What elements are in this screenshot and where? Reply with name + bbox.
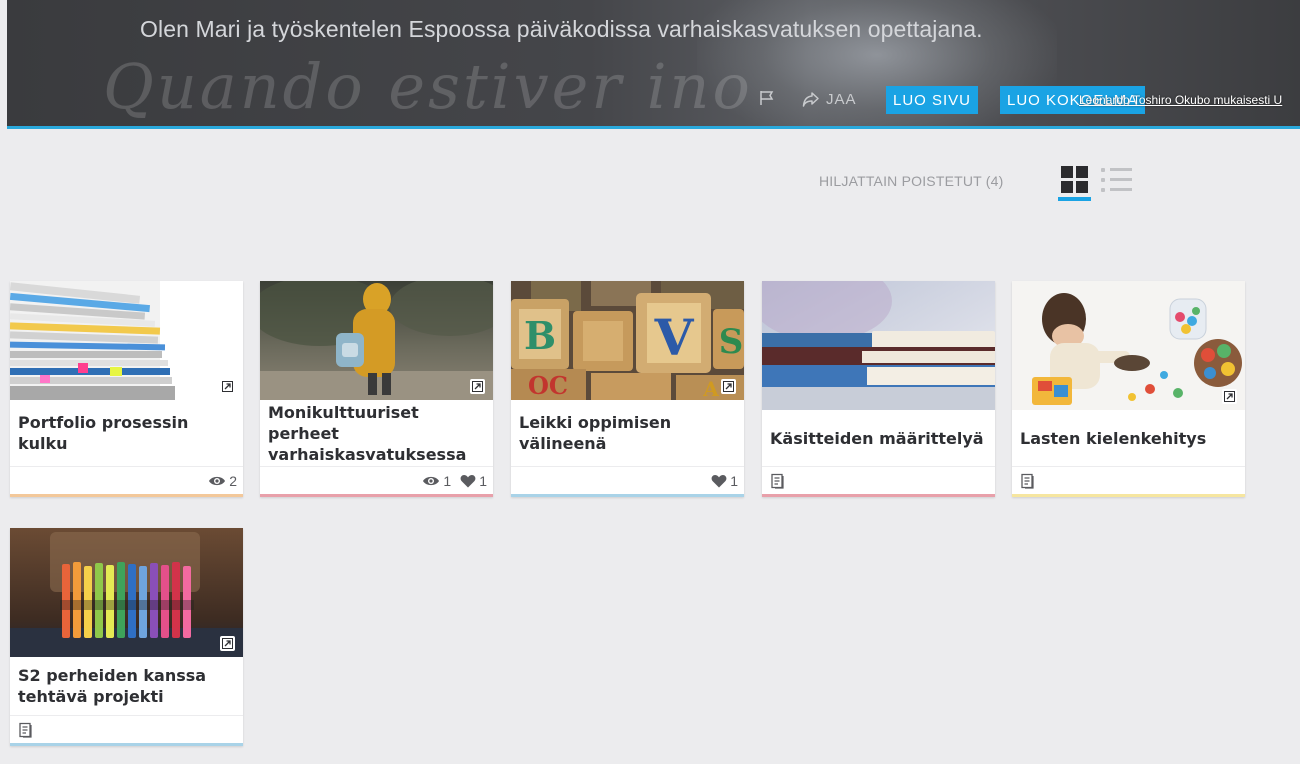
page-card-s2-family-project[interactable]: S2 perheiden kanssa tehtävä projekti	[10, 528, 243, 746]
page-card-multicultural-families[interactable]: Monikulttuuriset perheet varhaiskasvatuk…	[260, 281, 493, 497]
page-icon	[770, 473, 786, 489]
card-title: S2 perheiden kanssa tehtävä projekti	[18, 666, 207, 706]
share-button[interactable]: JAA	[802, 88, 857, 110]
grid-view-button[interactable]	[1058, 163, 1091, 201]
page-card-language-development[interactable]: Lasten kielenkehitys	[1012, 281, 1245, 497]
card-thumbnail	[260, 281, 493, 400]
card-accent-bar	[10, 494, 243, 497]
external-link-icon	[721, 379, 736, 394]
likes-count: 1	[479, 472, 487, 489]
page-icon	[18, 722, 34, 738]
image-credit-link[interactable]: Leonardo Toshiro Okubo mukaisesti U	[1079, 93, 1282, 107]
card-title-area: Lasten kielenkehitys	[1012, 410, 1245, 466]
heart-icon	[711, 474, 727, 488]
card-meta	[1012, 466, 1245, 494]
external-link-icon	[470, 379, 485, 394]
recently-deleted-link[interactable]: HILJATTAIN POISTETUT (4)	[819, 173, 1003, 189]
card-accent-bar	[260, 494, 493, 497]
card-title: Käsitteiden määrittelyä	[770, 428, 984, 448]
external-link-icon	[220, 636, 235, 651]
card-thumbnail	[762, 281, 995, 410]
profile-intro: Olen Mari ja työskentelen Espoossa päivä…	[140, 16, 983, 42]
card-meta	[10, 715, 243, 743]
svg-text:OC: OC	[528, 371, 568, 400]
active-view-indicator	[1058, 197, 1091, 201]
card-thumbnail	[1012, 281, 1245, 410]
views-count: 1	[443, 472, 452, 489]
header-banner: Quando estiver ino Olen Mari ja työskent…	[7, 0, 1300, 126]
page-card-portfolio[interactable]: Portfolio prosessin kulku 2	[10, 281, 243, 497]
card-title: Leikki oppimisen välineenä	[519, 413, 672, 453]
card-title: Portfolio prosessin kulku	[18, 413, 189, 453]
share-icon	[802, 92, 819, 107]
card-accent-bar	[511, 494, 744, 497]
svg-text:A: A	[702, 377, 719, 400]
share-label: JAA	[826, 90, 857, 108]
list-view-button[interactable]	[1101, 166, 1133, 196]
svg-text:V: V	[654, 308, 695, 367]
svg-text:S: S	[719, 322, 744, 362]
svg-text:B: B	[524, 313, 556, 358]
likes-count: 1	[730, 472, 738, 489]
card-meta: 1	[511, 466, 744, 494]
page-card-concept-definitions[interactable]: Käsitteiden määrittelyä	[762, 281, 995, 497]
card-thumbnail	[10, 281, 243, 400]
card-accent-bar	[10, 743, 243, 746]
card-title-area: S2 perheiden kanssa tehtävä projekti	[10, 657, 243, 715]
views-icon	[208, 475, 226, 487]
external-link-icon	[220, 379, 235, 394]
views-icon	[422, 475, 440, 487]
card-accent-bar	[762, 494, 995, 497]
card-meta: 1 1	[260, 466, 493, 494]
create-page-button[interactable]: LUO SIVU	[886, 86, 979, 114]
heart-icon	[460, 474, 476, 488]
banner-chalk-text: Quando estiver ino	[103, 50, 753, 123]
card-title-area: Portfolio prosessin kulku	[10, 400, 243, 466]
card-meta: 2	[10, 466, 243, 494]
card-meta	[762, 466, 995, 494]
header-accent-line	[7, 126, 1300, 129]
card-title-area: Leikki oppimisen välineenä	[511, 400, 744, 466]
external-link-icon	[1222, 389, 1237, 404]
views-count: 2	[229, 472, 237, 489]
card-thumbnail: B V S OC A	[511, 281, 744, 400]
page-card-play-as-learning[interactable]: B V S OC A Leikki oppimisen välineenä 1	[511, 281, 744, 497]
page-icon	[1020, 473, 1036, 489]
card-title-area: Monikulttuuriset perheet varhaiskasvatuk…	[260, 400, 493, 466]
flag-icon[interactable]	[757, 88, 777, 108]
card-title-area: Käsitteiden määrittelyä	[762, 410, 995, 466]
card-title: Monikulttuuriset perheet varhaiskasvatuk…	[268, 402, 467, 464]
card-title: Lasten kielenkehitys	[1020, 428, 1207, 448]
card-accent-bar	[1012, 494, 1245, 497]
card-thumbnail	[10, 528, 243, 657]
